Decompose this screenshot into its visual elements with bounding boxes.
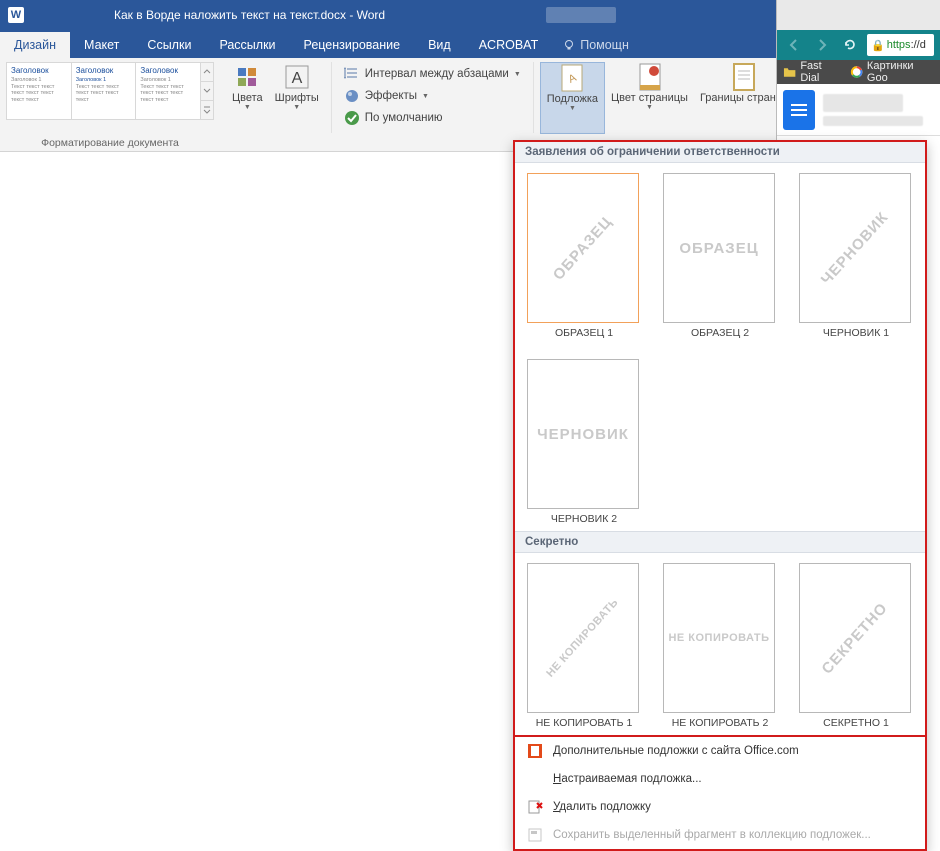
wm-custom-label: Настраиваемая подложка... — [553, 773, 702, 785]
tab-design[interactable]: Дизайн — [0, 32, 70, 58]
page-borders-icon — [731, 64, 757, 90]
watermark-caption: СЕКРЕТНО 1 — [799, 717, 913, 729]
bulb-icon — [562, 38, 576, 52]
tab-links[interactable]: Ссылки — [133, 32, 205, 58]
watermark-caption: НЕ КОПИРОВАТЬ 2 — [663, 717, 777, 729]
fonts-button[interactable]: A Шрифты ▼ — [269, 62, 325, 134]
effects-icon — [344, 88, 360, 104]
tab-view[interactable]: Вид — [414, 32, 465, 58]
page-color-icon — [637, 64, 663, 90]
bookmark-fast-dial[interactable]: Fast Dial — [783, 60, 842, 84]
colors-label: Цвета — [232, 92, 263, 104]
dropdown-caret-icon: ▼ — [422, 93, 429, 100]
url-scheme: https — [887, 39, 911, 51]
watermark-caption: НЕ КОПИРОВАТЬ 1 — [527, 717, 641, 729]
wm-remove-label: Удалить подложку — [553, 801, 651, 813]
bookmarks-bar: Fast Dial Картинки Goo — [777, 60, 940, 84]
watermark-button[interactable]: A Подложка ▼ — [540, 62, 605, 134]
check-icon — [344, 110, 360, 126]
watermark-option[interactable]: ОБРАЗЕЦОБРАЗЕЦ 1 — [527, 173, 641, 339]
default-label: По умолчанию — [365, 112, 443, 124]
watermark-label: Подложка — [547, 93, 598, 105]
theme-scroll-up-icon[interactable] — [200, 63, 213, 82]
watermark-caption: ОБРАЗЕЦ 1 — [527, 327, 641, 339]
theme-gallery-scroll[interactable] — [200, 62, 214, 120]
set-default-button[interactable]: По умолчанию — [338, 108, 527, 128]
remove-icon — [527, 799, 543, 815]
bookmark-google-images[interactable]: Картинки Goo — [850, 60, 934, 84]
url-rest: ://d — [911, 39, 926, 51]
address-bar[interactable]: 🔒 https://d — [867, 34, 934, 56]
word-app-icon: W — [8, 7, 24, 23]
account-name-blurred — [546, 7, 616, 23]
wm-more-office[interactable]: Дополнительные подложки с сайта Office.c… — [515, 737, 925, 765]
effects-label: Эффекты — [365, 90, 417, 102]
spacing-label: Интервал между абзацами — [365, 68, 509, 80]
theme-tile-2[interactable]: Заголовок Заголовок 1 Текст текст текст … — [71, 62, 137, 120]
browser-tabstrip[interactable] — [777, 0, 940, 30]
watermark-option[interactable]: ЧЕРНОВИКЧЕРНОВИК 1 — [799, 173, 913, 339]
folder-icon — [783, 65, 796, 79]
wm-more-office-label: Дополнительные подложки с сайта Office.c… — [553, 745, 799, 757]
theme-gallery[interactable]: Заголовок Заголовок 1Текст текст текст т… — [6, 62, 214, 120]
page-color-button[interactable]: Цвет страницы ▼ — [605, 62, 694, 134]
watermark-icon: A — [559, 65, 585, 91]
watermark-option[interactable]: ОБРАЗЕЦОБРАЗЕЦ 2 — [663, 173, 777, 339]
theme-scroll-down-icon[interactable] — [200, 82, 213, 101]
watermark-caption: ЧЕРНОВИК 1 — [799, 327, 913, 339]
theme-expand-icon[interactable] — [200, 101, 213, 119]
fonts-icon: A — [284, 64, 310, 90]
theme-tile-1[interactable]: Заголовок Заголовок 1Текст текст текст т… — [6, 62, 72, 120]
wm-save-selection: Сохранить выделенный фрагмент в коллекци… — [515, 821, 925, 849]
tab-layout[interactable]: Макет — [70, 32, 133, 58]
dropdown-caret-icon: ▼ — [646, 104, 653, 111]
nav-forward-button — [811, 34, 833, 56]
office-icon — [527, 743, 543, 759]
wm-section-disclaimers: Заявления об ограничении ответственности — [515, 142, 925, 163]
tell-me-label: Помощн — [580, 38, 629, 52]
paragraph-spacing-button[interactable]: Интервал между абзацами ▼ — [338, 64, 527, 84]
browser-toolbar: 🔒 https://d — [777, 30, 940, 60]
nav-back-button — [783, 34, 805, 56]
lock-icon: 🔒 — [871, 39, 885, 52]
svg-text:A: A — [291, 70, 302, 87]
fonts-label: Шрифты — [275, 92, 319, 104]
wm-save-label: Сохранить выделенный фрагмент в коллекци… — [553, 829, 871, 841]
watermark-caption: ЧЕРНОВИК 2 — [527, 513, 641, 525]
window-title: Как в Ворде наложить текст на текст.docx… — [110, 8, 389, 22]
dropdown-caret-icon: ▼ — [569, 105, 576, 112]
tab-acrobat[interactable]: ACROBAT — [465, 32, 553, 58]
watermark-option[interactable]: СЕКРЕТНОСЕКРЕТНО 1 — [799, 563, 913, 729]
wm-section-confidential: Секретно — [515, 531, 925, 553]
wm-remove[interactable]: Удалить подложку — [515, 793, 925, 821]
watermark-option[interactable]: НЕ КОПИРОВАТЬНЕ КОПИРОВАТЬ 2 — [663, 563, 777, 729]
tab-mailings[interactable]: Рассылки — [205, 32, 289, 58]
google-docs-icon[interactable] — [783, 90, 815, 130]
dropdown-caret-icon: ▼ — [514, 71, 521, 78]
colors-button[interactable]: Цвета ▼ — [226, 62, 269, 134]
google-icon — [850, 65, 863, 79]
theme-tile-3[interactable]: Заголовок Заголовок 1Текст текст текст т… — [135, 62, 201, 120]
effects-button[interactable]: Эффекты ▼ — [338, 86, 527, 106]
doc-title-blurred — [823, 94, 903, 112]
wm-custom[interactable]: Настраиваемая подложка... — [515, 765, 925, 793]
watermark-option[interactable]: НЕ КОПИРОВАТЬНЕ КОПИРОВАТЬ 1 — [527, 563, 641, 729]
doc-menu-blurred — [823, 116, 923, 126]
spacing-icon — [344, 66, 360, 82]
watermark-gallery-panel: Заявления об ограничении ответственности… — [513, 140, 927, 851]
page-color-label: Цвет страницы — [611, 92, 688, 104]
tab-review[interactable]: Рецензирование — [290, 32, 415, 58]
dropdown-caret-icon: ▼ — [244, 104, 251, 111]
group-label-formatting: Форматирование документа — [0, 137, 220, 149]
watermark-caption: ОБРАЗЕЦ 2 — [663, 327, 777, 339]
reload-button[interactable] — [839, 34, 861, 56]
dropdown-caret-icon: ▼ — [293, 104, 300, 111]
watermark-option[interactable]: ЧЕРНОВИКЧЕРНОВИК 2 — [527, 359, 641, 525]
google-docs-header — [777, 84, 940, 136]
save-gallery-icon — [527, 827, 543, 843]
tell-me-search[interactable]: Помощн — [552, 32, 639, 58]
colors-icon — [234, 64, 260, 90]
